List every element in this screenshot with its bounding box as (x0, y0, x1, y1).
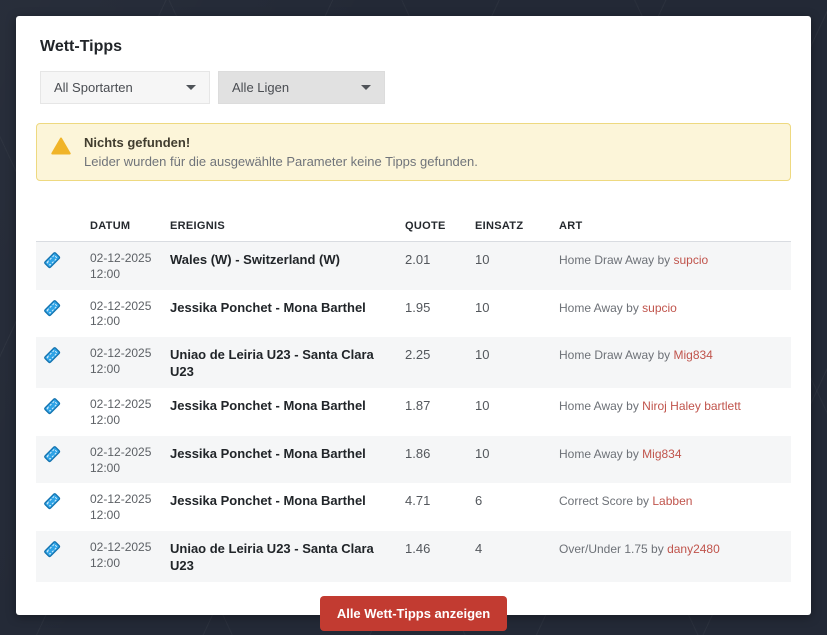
column-header-datum: DATUM (82, 211, 162, 242)
tip-event: Jessika Ponchet - Mona Barthel (170, 445, 366, 461)
bet-type-label: Over/Under 1.75 by (559, 542, 664, 557)
tipster-link[interactable]: supcio (642, 301, 677, 315)
wett-tipps-card: Wett-Tipps All Sportarten Alle Ligen Nic… (16, 16, 811, 631)
tip-quote: 2.01 (405, 252, 431, 267)
tip-date: 02-12-2025 12:00 (90, 298, 152, 329)
tip-event: Uniao de Leiria U23 - Santa Clara U23 (170, 347, 374, 380)
ticket-icon[interactable] (42, 298, 62, 318)
table-header-row: DATUM EREIGNIS QUOTE EINSATZ ART (36, 211, 791, 242)
tip-quote: 1.46 (405, 541, 431, 557)
tip-quote: 4.71 (405, 493, 431, 509)
league-filter-select[interactable]: Alle Ligen (218, 71, 385, 104)
ticket-icon[interactable] (42, 491, 62, 511)
page-title: Wett-Tipps (40, 38, 123, 55)
tip-stake: 10 (475, 252, 490, 267)
tipster-link[interactable]: dany2480 (667, 542, 720, 556)
tip-stake: 10 (475, 445, 490, 461)
tip-art: Over/Under 1.75 by dany2480 (551, 531, 791, 582)
bet-type-label: Home Away by (559, 300, 639, 315)
table-row: 02-12-2025 12:00 Jessika Ponchet - Mona B… (36, 290, 791, 338)
column-header-icon (36, 211, 82, 242)
tip-event: Jessika Ponchet - Mona Barthel (170, 299, 366, 315)
tip-stake: 6 (475, 493, 483, 509)
tip-date: 02-12-2025 12:00 (90, 444, 152, 475)
alert-title: Nichts gefunden! (84, 135, 191, 150)
tip-event: Jessika Ponchet - Mona Barthel (170, 398, 366, 414)
column-header-quote: QUOTE (397, 211, 467, 242)
tip-art: Correct Score by Labben (551, 483, 791, 531)
ticket-icon[interactable] (42, 345, 62, 365)
ticket-icon[interactable] (42, 444, 62, 464)
alert-message: Leider wurden für die ausgewählte Parame… (84, 154, 478, 169)
tip-stake: 10 (475, 398, 490, 414)
bet-type-label: Correct Score by (559, 494, 650, 509)
table-row: 02-12-2025 12:00 Wales (W) - Switzerland … (36, 241, 791, 290)
bet-type-label: Home Draw Away by (559, 348, 671, 363)
tip-stake: 4 (475, 541, 483, 557)
tip-quote: 1.95 (405, 299, 431, 315)
tip-quote: 1.87 (405, 398, 431, 414)
bet-type-label: Home Draw Away by (559, 253, 671, 267)
tip-quote: 1.86 (405, 445, 431, 461)
bet-type-label: Home Away by (559, 399, 639, 414)
tips-table: DATUM EREIGNIS QUOTE EINSATZ ART 02-12-2… (36, 211, 791, 582)
warning-triangle-icon (51, 137, 71, 155)
sport-filter-select[interactable]: All Sportarten (40, 71, 210, 104)
column-header-einsatz: EINSATZ (467, 211, 551, 242)
ticket-icon[interactable] (42, 539, 62, 559)
tip-event: Jessika Ponchet - Mona Barthel (170, 493, 366, 509)
show-all-tips-button[interactable]: Alle Wett-Tipps anzeigen (319, 595, 508, 631)
table-footer: Alle Wett-Tipps anzeigen (36, 595, 791, 631)
column-header-art: ART (551, 211, 791, 242)
tip-date: 02-12-2025 12:00 (90, 492, 152, 523)
tipster-link[interactable]: supcio (674, 253, 709, 267)
sport-filter-value: All Sportarten (54, 80, 133, 95)
tip-date: 02-12-2025 12:00 (90, 346, 152, 377)
alert-text: Nichts gefunden! Leider wurden für die a… (84, 135, 478, 169)
tip-quote: 2.25 (405, 347, 431, 363)
tip-date: 02-12-2025 12:00 (90, 251, 152, 281)
table-row: 02-12-2025 12:00 Jessika Ponchet - Mona B… (36, 435, 791, 484)
tip-art: Home Away by supcio (551, 290, 791, 338)
tip-art: Home Away by Niroj Haley bartlett (551, 388, 791, 436)
tipster-link[interactable]: Mig834 (674, 348, 713, 362)
filter-bar: All Sportarten Alle Ligen (40, 71, 787, 104)
table-row: 02-12-2025 12:00 Uniao de Leiria U23 - Sa… (36, 531, 791, 582)
column-header-ereignis: EREIGNIS (162, 211, 397, 242)
tip-art: Home Away by Mig834 (551, 436, 791, 484)
caret-down-icon (186, 85, 196, 90)
ticket-icon[interactable] (42, 250, 62, 270)
league-filter-value: Alle Ligen (232, 80, 290, 95)
warning-alert: Nichts gefunden! Leider wurden für die a… (36, 123, 791, 181)
page-background: { "page": { "title": "Wett-Tipps" }, "fi… (0, 0, 827, 635)
tip-stake: 10 (475, 299, 490, 315)
tipster-link[interactable]: Labben (652, 494, 692, 508)
tip-event: Uniao de Leiria U23 - Santa Clara U23 (170, 541, 374, 573)
tip-date: 02-12-2025 12:00 (90, 540, 152, 570)
bet-type-label: Home Away by (559, 446, 639, 461)
tip-event: Wales (W) - Switzerland (W) (170, 252, 340, 267)
tip-art: Home Draw Away by supcio (551, 242, 791, 290)
tip-date: 02-12-2025 12:00 (90, 397, 152, 427)
tip-art: Home Draw Away by Mig834 (551, 337, 791, 388)
tipster-link[interactable]: Mig834 (642, 447, 681, 461)
tipster-link[interactable]: Niroj Haley bartlett (642, 399, 741, 413)
caret-down-icon (361, 85, 371, 90)
tip-stake: 10 (475, 347, 490, 363)
table-row: 02-12-2025 12:00 Jessika Ponchet - Mona B… (36, 388, 791, 436)
table-row: 02-12-2025 12:00 Jessika Ponchet - Mona B… (36, 483, 791, 531)
ticket-icon[interactable] (42, 396, 62, 416)
table-row: 02-12-2025 12:00 Uniao de Leiria U23 - Sa… (36, 337, 791, 389)
